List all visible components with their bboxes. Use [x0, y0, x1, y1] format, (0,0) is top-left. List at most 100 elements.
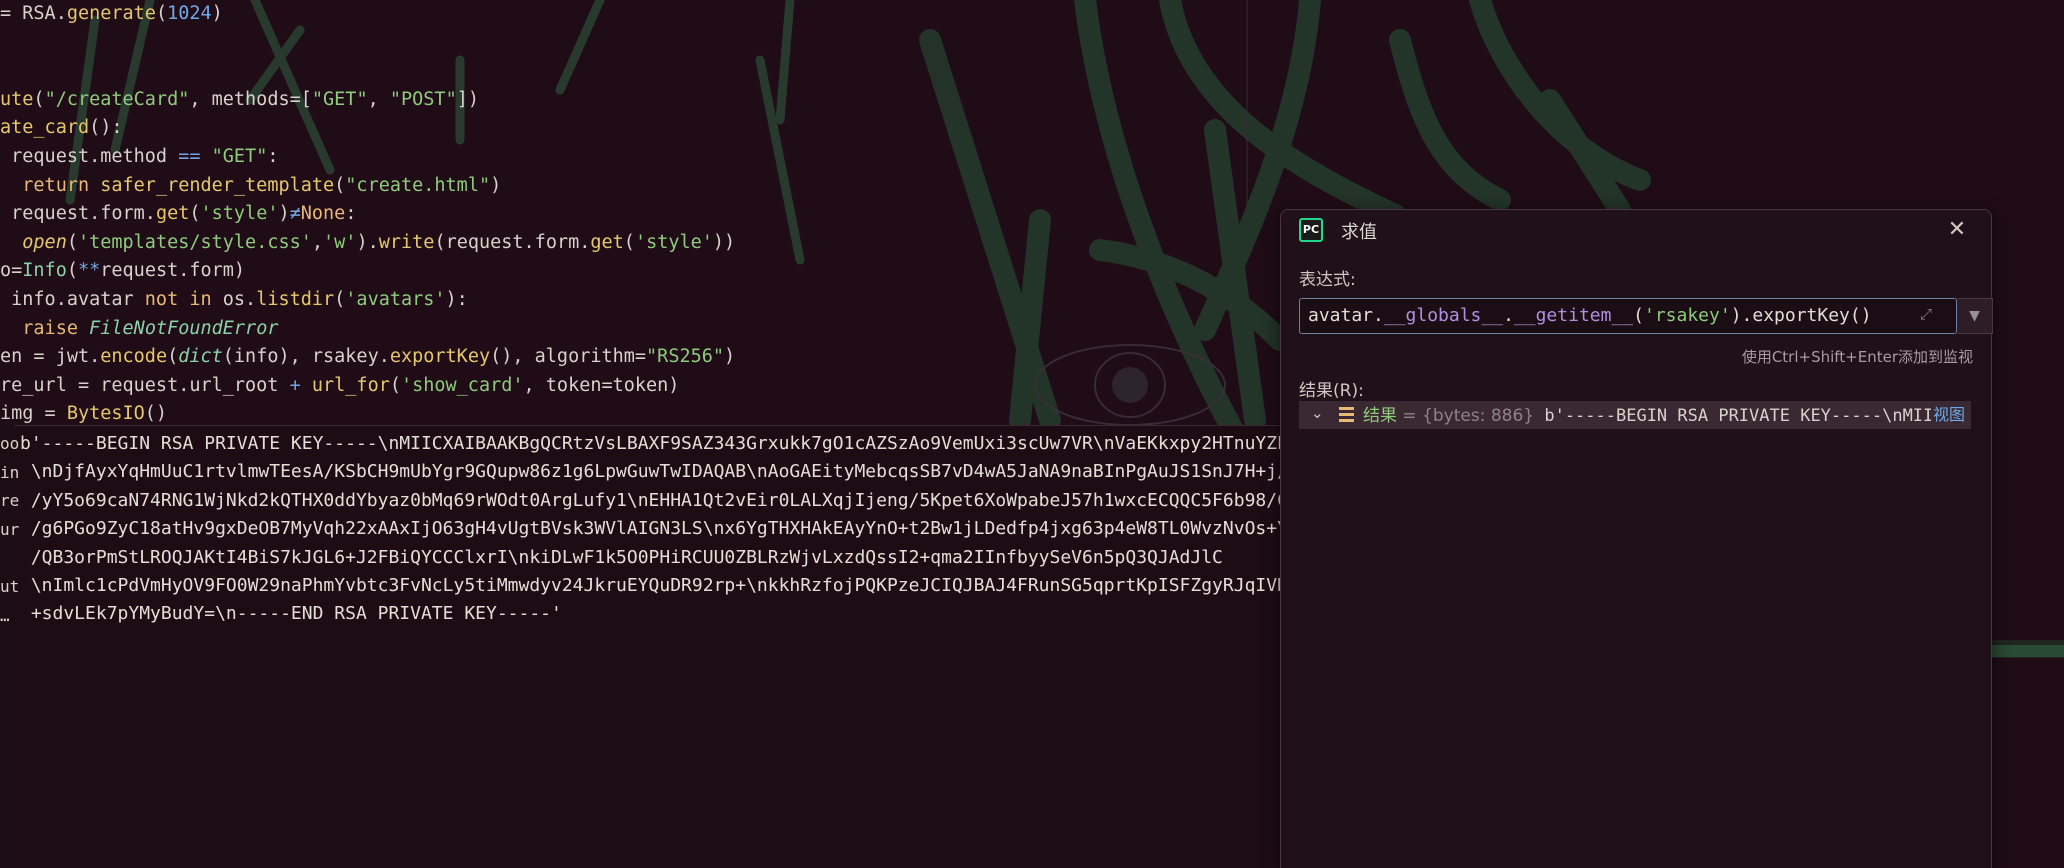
code-token: get [590, 231, 624, 253]
code-token: 'show_card' [400, 374, 524, 396]
code-token: url_for [311, 374, 390, 396]
code-token: img = [0, 403, 67, 425]
code-token: FileNotFoundError [89, 317, 279, 339]
code-token: ( [623, 231, 635, 253]
code-token: ( [334, 289, 346, 310]
code-token: + [289, 374, 301, 396]
pycharm-logo-icon: PC [1299, 218, 1323, 242]
close-icon[interactable]: ✕ [1943, 216, 1971, 244]
code-token: ( [66, 231, 78, 253]
code-token: "/createCard" [44, 88, 190, 110]
expand-icon[interactable]: ⤢ [1916, 305, 1936, 325]
code-token: : [267, 146, 279, 167]
code-token: generate [66, 3, 156, 24]
code-token: request.form. [0, 203, 156, 225]
code-fragment: oo [0, 434, 20, 453]
code-token: exportKey [389, 346, 491, 368]
code-token: "GET" [311, 88, 368, 110]
code-token: ute [0, 88, 34, 110]
code-token: , token=token) [523, 374, 680, 396]
code-line: request.method == "GET": [0, 143, 278, 171]
code-token: Info [22, 260, 67, 282]
code-token: 'templates/style.css' [77, 231, 312, 253]
code-token: ( [167, 346, 179, 368]
value-line: /yY5o69caN74RNG1WjNkd2kQTHX0ddYbyaz0bMq6… [20, 489, 1375, 511]
add-to-watches-hint: 使用Ctrl+Shift+Enter添加到监视 [1741, 348, 1973, 366]
expression-label: 表达式: [1299, 270, 1356, 290]
result-equals: = [1397, 406, 1423, 426]
code-line: return safer_render_template("create.htm… [0, 172, 501, 200]
code-token: "RS256" [646, 346, 725, 368]
code-line: raise FileNotFoundError [0, 315, 278, 343]
variable-list-icon [1339, 407, 1354, 423]
code-token: () [144, 403, 168, 425]
code-token: == [178, 146, 201, 167]
expression-code: avatar.__globals__.__getitem__( [1308, 305, 1644, 326]
code-token: ( [66, 260, 78, 282]
code-token: request.method [0, 146, 179, 167]
code-token: get [155, 203, 190, 225]
code-fragment: ur [0, 519, 20, 539]
code-token: (): [89, 117, 123, 139]
code-token: write [378, 231, 435, 253]
dialog-header[interactable]: PC 求值 ✕ [1281, 210, 1991, 250]
code-line: re_url = request.url_root + url_for('sho… [0, 372, 679, 400]
code-token: "GET" [211, 146, 268, 167]
code-token: (request.form. [434, 231, 591, 253]
code-token: ]) [456, 88, 479, 110]
result-label: 结果(R): [1299, 381, 1364, 401]
code-fragment: in [0, 462, 20, 482]
code-token: 'style' [200, 203, 279, 225]
code-token: ) [490, 174, 502, 196]
code-token: return [22, 174, 90, 196]
code-token: re_url = request.url_root [0, 374, 290, 396]
code-token: ≠ [289, 203, 301, 225]
code-token: 1024 [167, 3, 212, 24]
code-token: ** [77, 260, 101, 282]
code-token: ( [33, 88, 45, 110]
code-line: ate_card(): [0, 114, 123, 142]
code-fragment: … [0, 605, 10, 625]
result-value-preview: b'-----BEGIN RSA PRIVATE KEY-----\nMIICX… [1534, 406, 1943, 426]
code-token: encode [100, 346, 168, 368]
expression-string: 'rsakey' [1643, 305, 1731, 326]
expression-field[interactable]: avatar.__globals__.__getitem__('rsakey')… [1299, 298, 1957, 334]
code-token: "POST" [389, 88, 457, 110]
history-dropdown-button[interactable]: ▼ [1957, 298, 1993, 334]
chevron-down-icon[interactable]: ⌄ [1311, 404, 1324, 422]
code-token: ) [724, 346, 736, 368]
code-token: ( [189, 203, 201, 225]
code-token: not in [144, 289, 212, 310]
value-line: /QB3orPmStLROQJAKtI4BiS7kJGL6+J2FBiQYCCC… [20, 546, 1223, 568]
code-token: safer_render_template [100, 174, 335, 196]
code-token: , [311, 231, 324, 253]
result-tree-row[interactable]: ⌄ 结果 = {bytes: 886} b'-----BEGIN RSA PRI… [1299, 401, 1971, 429]
code-token: , methods=[ [189, 88, 312, 110]
code-token: os. [211, 289, 257, 310]
code-token: , [367, 88, 390, 110]
evaluate-dialog[interactable]: PC 求值 ✕ 表达式: avatar.__globals__.__getite… [1280, 209, 1993, 868]
code-line: o=Info(**request.form) [0, 257, 245, 285]
result-type: {bytes: 886} [1422, 406, 1535, 426]
code-token: ( [155, 3, 168, 24]
code-line: = RSA.generate(1024) [0, 0, 223, 28]
code-fragment: re [0, 491, 20, 511]
view-link[interactable]: 视图 [1930, 401, 1965, 425]
result-name: 结果 [1363, 406, 1397, 426]
code-token: (info), rsakey. [222, 346, 390, 368]
code-line: ute("/createCard", methods=["GET", "POST… [0, 86, 479, 114]
code-token: o= [0, 260, 23, 282]
code-token: ) [211, 3, 223, 24]
code-token: raise [22, 317, 78, 339]
code-token: ( [389, 374, 401, 396]
value-line: +sdvLEk7pYMyBudY=\n-----END RSA PRIVATE … [20, 603, 562, 625]
code-token: ) [278, 203, 290, 225]
expression-input[interactable]: avatar.__globals__.__getitem__('rsakey')… [1308, 299, 1878, 332]
code-line: request.form.get('style')≠None: [0, 200, 356, 228]
